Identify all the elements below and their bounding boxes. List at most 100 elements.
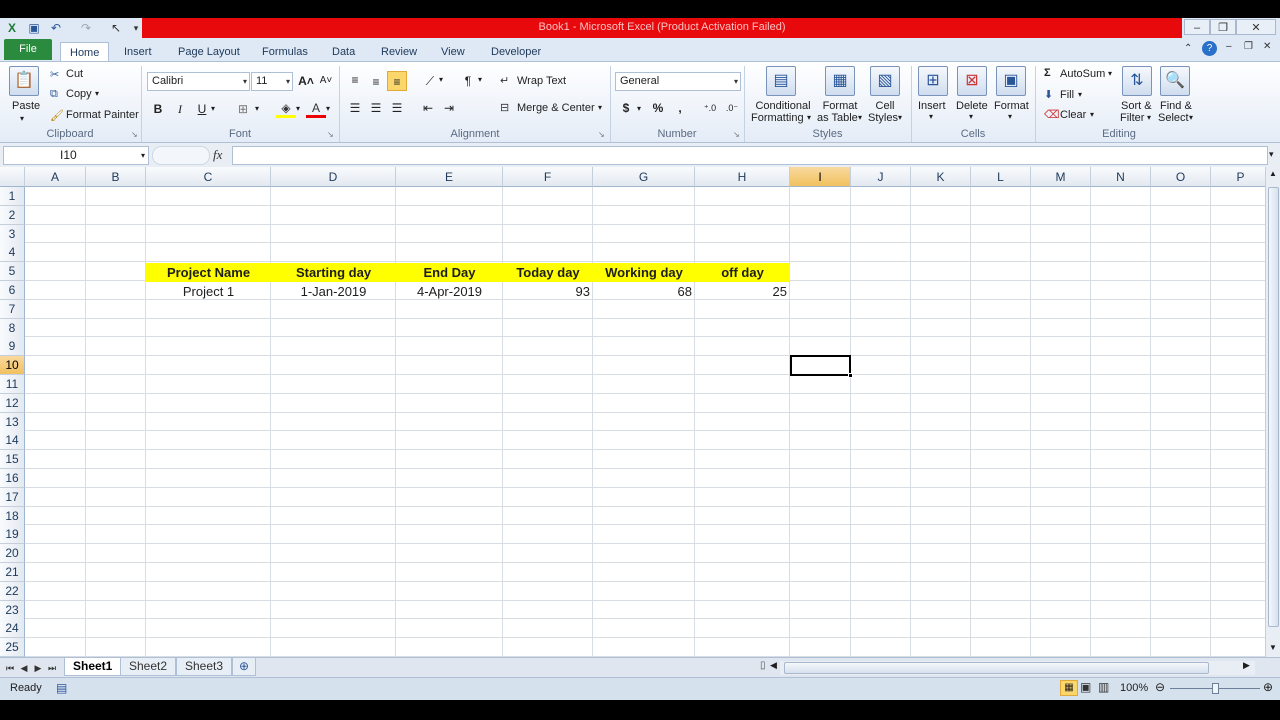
cell-working-day[interactable]: 68 <box>593 282 695 301</box>
row-header-16[interactable]: 16 <box>0 469 25 488</box>
conditional-formatting-label-2[interactable]: Formatting <box>751 112 804 124</box>
row-header-6[interactable]: 6 <box>0 281 25 300</box>
wrap-text-icon[interactable]: ↵ <box>500 74 509 87</box>
header-project-name[interactable]: Project Name <box>146 263 271 282</box>
borders-dropdown-icon[interactable]: ▾ <box>255 104 259 113</box>
doc-close-icon[interactable]: ✕ <box>1263 41 1271 52</box>
cell-today-day[interactable]: 93 <box>503 282 593 301</box>
comma-button[interactable]: , <box>670 98 690 118</box>
tab-review[interactable]: Review <box>372 42 426 62</box>
currency-dropdown-icon[interactable]: ▾ <box>637 104 641 113</box>
font-color-icon[interactable]: A <box>306 98 326 118</box>
number-format-select[interactable]: General ▾ <box>615 72 741 91</box>
column-header-m[interactable]: M <box>1031 167 1091 187</box>
cell-off-day[interactable]: 25 <box>695 282 790 301</box>
copy-icon[interactable]: ⧉ <box>50 88 58 101</box>
column-header-n[interactable]: N <box>1091 167 1151 187</box>
close-icon[interactable]: ✕ <box>1236 19 1276 35</box>
row-header-5[interactable]: 5 <box>0 262 25 282</box>
column-header-b[interactable]: B <box>86 167 146 187</box>
row-header-25[interactable]: 25 <box>0 638 25 657</box>
font-size-select[interactable]: 11 ▾ <box>251 72 293 91</box>
tab-page-layout[interactable]: Page Layout <box>169 42 249 62</box>
macro-record-icon[interactable]: ▤ <box>56 681 67 695</box>
column-header-p[interactable]: P <box>1211 167 1265 187</box>
insert-cells-button[interactable]: Insert <box>918 100 946 112</box>
tab-formulas[interactable]: Formulas <box>253 42 317 62</box>
row-header-17[interactable]: 17 <box>0 487 25 507</box>
insert-dropdown-icon[interactable]: ▾ <box>929 112 933 121</box>
align-left-icon[interactable]: ☰ <box>345 98 365 118</box>
expand-formula-bar-icon[interactable]: ▾ <box>1269 149 1274 160</box>
horizontal-scrollbar[interactable] <box>780 661 1255 675</box>
format-painter-icon[interactable]: 🖌 <box>50 109 64 122</box>
row-header-19[interactable]: 19 <box>0 525 25 545</box>
sheet-tab-sheet2[interactable]: Sheet2 <box>120 658 177 676</box>
formula-input[interactable] <box>232 146 1268 165</box>
zoom-out-icon[interactable]: ⊖ <box>1155 680 1165 694</box>
column-header-i[interactable]: I <box>790 167 851 187</box>
row-header-8[interactable]: 8 <box>0 318 25 338</box>
row-header-21[interactable]: 21 <box>0 563 25 582</box>
align-top-icon[interactable]: ≡ <box>345 70 365 90</box>
select-all-corner[interactable] <box>0 167 25 187</box>
column-header-d[interactable]: D <box>271 167 396 187</box>
borders-icon[interactable]: ⊞ <box>233 99 253 119</box>
format-cells-button[interactable]: Format <box>994 100 1029 112</box>
find-dropdown-icon[interactable]: ▾ <box>1189 113 1193 122</box>
collapse-ribbon-icon[interactable]: ⌃ <box>1184 43 1192 54</box>
tab-data[interactable]: Data <box>323 42 364 62</box>
fill-color-icon[interactable]: ◈ <box>276 98 296 118</box>
sort-filter-label-2[interactable]: Filter <box>1120 112 1144 124</box>
scroll-right-icon[interactable]: ▶ <box>1243 660 1250 671</box>
percent-button[interactable]: % <box>648 98 668 118</box>
cursor-icon[interactable]: ↖ <box>108 20 124 36</box>
tab-split-handle[interactable]: ▯ <box>760 660 766 671</box>
bold-button[interactable]: B <box>148 99 168 119</box>
cut-button[interactable]: Cut <box>66 68 83 80</box>
row-header-23[interactable]: 23 <box>0 600 25 620</box>
clear-icon[interactable]: ⌫ <box>1044 108 1060 121</box>
row-header-13[interactable]: 13 <box>0 412 25 432</box>
sort-filter-label-1[interactable]: Sort & <box>1121 100 1152 112</box>
row-header-18[interactable]: 18 <box>0 506 25 526</box>
autosum-dropdown-icon[interactable]: ▾ <box>1108 69 1112 78</box>
decrease-decimal-icon[interactable]: .0⁻ <box>722 98 742 118</box>
copy-button[interactable]: Copy <box>66 88 92 100</box>
clipboard-launcher-icon[interactable]: ↘ <box>131 130 138 139</box>
column-header-l[interactable]: L <box>971 167 1031 187</box>
row-header-22[interactable]: 22 <box>0 581 25 601</box>
currency-button[interactable]: $ <box>616 98 636 118</box>
merge-center-button[interactable]: Merge & Center <box>517 102 595 114</box>
alignment-launcher-icon[interactable]: ↘ <box>598 130 605 139</box>
decrease-indent-icon[interactable]: ⇤ <box>418 98 438 118</box>
orientation-icon[interactable]: ⟋ <box>420 71 440 91</box>
delete-cells-icon[interactable]: ⊠ <box>957 66 987 96</box>
wrap-text-button[interactable]: Wrap Text <box>517 75 566 87</box>
align-center-icon[interactable]: ☰ <box>366 98 386 118</box>
row-header-20[interactable]: 20 <box>0 544 25 564</box>
scroll-down-icon[interactable]: ▼ <box>1269 643 1277 652</box>
sheet-tab-sheet3[interactable]: Sheet3 <box>176 658 233 676</box>
formula-resize-handle[interactable] <box>152 146 210 165</box>
format-dropdown-icon[interactable]: ▾ <box>1008 112 1012 121</box>
sort-dropdown-icon[interactable]: ▾ <box>1147 113 1151 122</box>
prev-sheet-icon[interactable]: ◀ <box>18 660 30 676</box>
undo-icon[interactable]: ↶ <box>48 20 64 36</box>
restore-icon[interactable]: ❐ <box>1210 19 1236 35</box>
delete-cells-button[interactable]: Delete <box>956 100 988 112</box>
active-cell-selection[interactable] <box>790 355 853 378</box>
tab-view[interactable]: View <box>432 42 474 62</box>
find-select-label-2[interactable]: Select <box>1158 112 1189 124</box>
scroll-up-icon[interactable]: ▲ <box>1269 169 1277 178</box>
fill-color-dropdown-icon[interactable]: ▾ <box>296 104 300 113</box>
copy-dropdown-icon[interactable]: ▾ <box>95 89 99 98</box>
header-starting-day[interactable]: Starting day <box>271 263 396 282</box>
row-header-7[interactable]: 7 <box>0 299 25 319</box>
vertical-scroll-thumb[interactable] <box>1268 187 1279 627</box>
shrink-font-icon[interactable]: A˅ <box>316 71 336 91</box>
format-as-table-label-2[interactable]: as Table <box>817 112 858 124</box>
scroll-left-icon[interactable]: ◀ <box>770 660 777 671</box>
column-header-c[interactable]: C <box>146 167 271 187</box>
header-off-day[interactable]: off day <box>695 263 790 282</box>
